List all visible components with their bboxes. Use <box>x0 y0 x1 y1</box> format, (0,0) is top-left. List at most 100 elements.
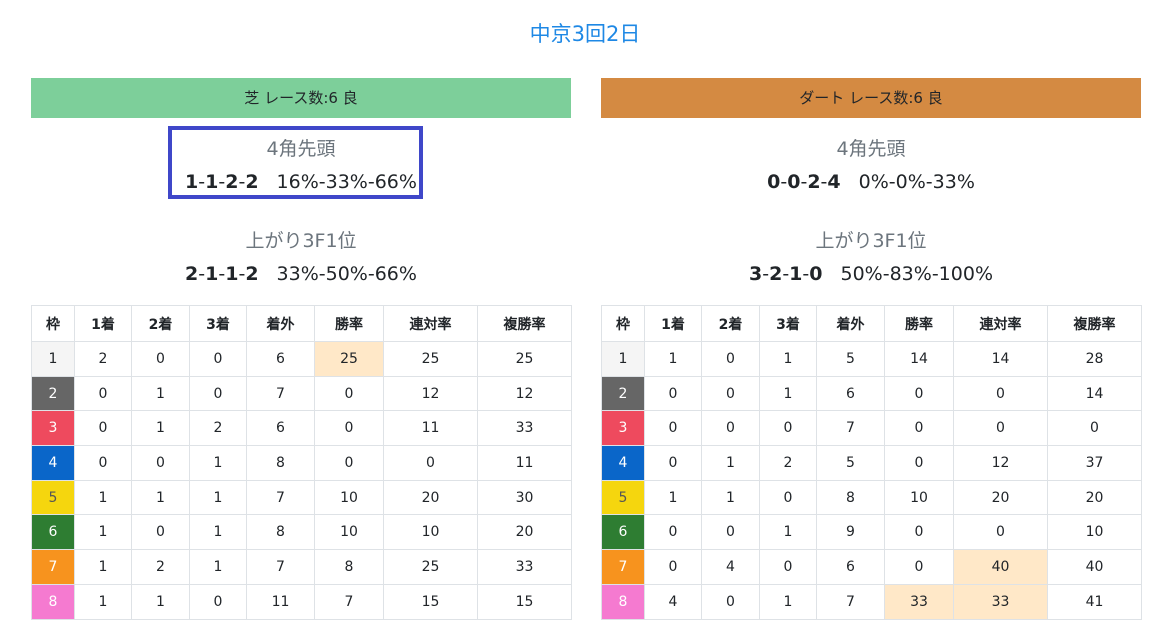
table-cell: 20 <box>383 479 478 516</box>
stat-counts: 3-2-1-0 <box>748 263 823 285</box>
table-cell: 1 <box>189 479 247 516</box>
page-title: 中京3回2日 <box>529 22 641 46</box>
table-cell: 0 <box>884 445 954 481</box>
stat-label: 4角先頭 <box>266 138 336 160</box>
table-cell: 11 <box>383 410 478 447</box>
table-cell: 5 <box>816 445 885 481</box>
col-header[interactable]: 複勝率 <box>477 305 572 342</box>
table-row: 2 0 1 0 7 0 12 12 <box>31 375 572 412</box>
col-header[interactable]: 勝率 <box>884 305 954 342</box>
turf-panel: 芝 レース数:6 良 4角先頭 1-1-2-2 16%-33%-66% 上がり3F… <box>31 78 572 620</box>
table-cell: 0 <box>953 410 1048 447</box>
table-cell: 28 <box>1047 341 1142 377</box>
table-cell: 1 <box>701 479 760 516</box>
col-header[interactable]: 着外 <box>816 305 885 342</box>
stat-percentages: 33%-50%-66% <box>276 263 417 285</box>
table-row: 8 1 1 0 11 7 15 15 <box>31 583 572 620</box>
col-header[interactable]: 連対率 <box>953 305 1048 342</box>
table-cell: 0 <box>701 514 760 551</box>
table-cell: 1 <box>74 514 132 551</box>
stat-percentages: 0%-0%-33% <box>858 171 975 193</box>
table-cell: 1 <box>701 445 760 481</box>
dirt-gate-table: 枠 1着 2着 3着 着外 勝率 連対率 複勝率 1 1 0 1 5 14 14 28 200… <box>601 305 1142 620</box>
table-cell: 4 <box>701 549 760 585</box>
gate-cell: 6 <box>31 514 75 551</box>
table-cell: 14 <box>1047 375 1142 412</box>
stat-values: 1-1-2-2 16%-33%-66% <box>31 171 571 193</box>
table-cell: 14 <box>884 341 954 377</box>
table-cell: 0 <box>701 341 760 377</box>
table-cell: 2 <box>759 445 817 481</box>
table-row: 1 1 0 1 5 14 14 28 <box>601 341 1142 377</box>
gate-cell: 4 <box>31 445 75 481</box>
table-row: 1 2 0 0 6 25 25 25 <box>31 341 572 377</box>
table-cell: 0 <box>189 583 247 620</box>
table-cell: 10 <box>314 514 384 551</box>
table-row: 6 1 0 1 8 10 10 20 <box>31 514 572 551</box>
table-cell: 8 <box>246 514 315 551</box>
turf-gate-table: 枠 1着 2着 3着 着外 勝率 連対率 複勝率 1 2 0 0 6 25 25 25 201… <box>31 305 572 620</box>
table-cell: 0 <box>644 445 702 481</box>
table-cell: 1 <box>189 514 247 551</box>
table-cell: 10 <box>884 479 954 516</box>
table-row: 6 0 0 1 9 0 0 10 <box>601 514 1142 551</box>
gate-cell: 8 <box>601 583 645 620</box>
stat-values: 3-2-1-0 50%-83%-100% <box>601 263 1141 285</box>
gate-cell: 3 <box>31 410 75 447</box>
table-cell: 0 <box>383 445 478 481</box>
table-cell: 0 <box>884 375 954 412</box>
col-header[interactable]: 枠 <box>601 305 645 342</box>
col-header[interactable]: 1着 <box>74 305 132 342</box>
turf-fastest-last-3f: 上がり3F1位 2-1-1-2 33%-50%-66% <box>31 226 571 285</box>
table-cell: 6 <box>816 375 885 412</box>
stat-counts: 0-0-2-4 <box>767 171 841 193</box>
table-cell: 30 <box>477 479 572 516</box>
stat-counts: 2-1-1-2 <box>185 263 259 285</box>
col-header[interactable]: 連対率 <box>383 305 478 342</box>
table-cell: 0 <box>189 341 247 377</box>
col-header[interactable]: 2着 <box>701 305 760 342</box>
table-cell: 8 <box>314 549 384 585</box>
table-cell: 41 <box>1047 583 1142 620</box>
table-cell: 5 <box>816 341 885 377</box>
table-cell: 1 <box>74 583 132 620</box>
table-row: 5 1 1 0 8 10 20 20 <box>601 479 1142 516</box>
table-cell: 0 <box>74 410 132 447</box>
table-cell: 37 <box>1047 445 1142 481</box>
table-cell: 8 <box>816 479 885 516</box>
gate-cell: 7 <box>31 549 75 585</box>
table-row: 4 0 1 2 5 0 12 37 <box>601 445 1142 481</box>
table-cell: 40 <box>953 549 1048 585</box>
col-header[interactable]: 1着 <box>644 305 702 342</box>
col-header[interactable]: 3着 <box>189 305 247 342</box>
col-header[interactable]: 着外 <box>246 305 315 342</box>
gate-cell: 6 <box>601 514 645 551</box>
table-cell: 6 <box>816 549 885 585</box>
table-cell: 7 <box>246 549 315 585</box>
table-cell: 25 <box>477 341 572 377</box>
table-cell: 11 <box>246 583 315 620</box>
table-cell: 1 <box>644 479 702 516</box>
table-cell: 7 <box>314 583 384 620</box>
dirt-header-band: ダート レース数:6 良 <box>601 78 1141 118</box>
col-header[interactable]: 枠 <box>31 305 75 342</box>
table-row: 4 0 0 1 8 0 0 11 <box>31 445 572 481</box>
table-cell: 0 <box>759 549 817 585</box>
table-cell: 1 <box>644 341 702 377</box>
table-cell: 6 <box>246 410 315 447</box>
col-header[interactable]: 勝率 <box>314 305 384 342</box>
dirt-lead-at-4th-corner: 4角先頭 0-0-2-4 0%-0%-33% <box>601 134 1141 193</box>
table-cell: 7 <box>816 583 885 620</box>
gate-cell: 8 <box>31 583 75 620</box>
gate-cell: 3 <box>601 410 645 447</box>
col-header[interactable]: 複勝率 <box>1047 305 1142 342</box>
gate-cell: 4 <box>601 445 645 481</box>
table-cell: 33 <box>477 549 572 585</box>
table-cell: 0 <box>644 375 702 412</box>
table-cell: 33 <box>477 410 572 447</box>
col-header[interactable]: 2着 <box>131 305 190 342</box>
stat-counts: 1-1-2-2 <box>185 171 259 193</box>
stat-label: 4角先頭 <box>836 138 906 160</box>
col-header[interactable]: 3着 <box>759 305 817 342</box>
table-cell: 0 <box>131 445 190 481</box>
